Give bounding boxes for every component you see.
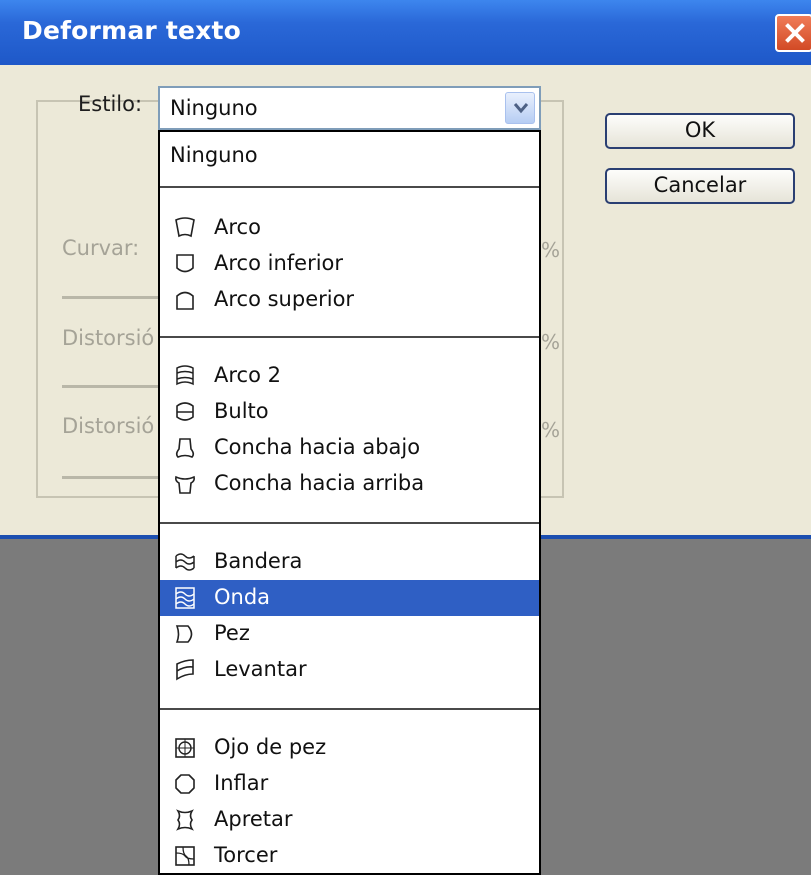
vertical-distortion-label: Distorsió <box>62 414 155 438</box>
rise-icon <box>176 659 194 681</box>
shell-upper-icon <box>175 475 195 494</box>
style-select[interactable]: Ninguno <box>158 86 541 130</box>
squeeze-icon <box>176 809 194 831</box>
dropdown-item-label: Levantar <box>214 657 307 681</box>
fisheye-icon <box>175 738 195 758</box>
dropdown-item-apretar[interactable]: Apretar <box>160 802 539 838</box>
title-bar[interactable]: Deformar texto <box>0 0 811 65</box>
vertical-distortion-percent: % <box>541 418 561 442</box>
dropdown-item-concha-hacia-arriba[interactable]: Concha hacia arriba <box>160 466 539 502</box>
dropdown-item-label: Arco inferior <box>214 251 344 275</box>
dropdown-item-label: Onda <box>214 585 271 609</box>
style-select-toggle[interactable] <box>505 92 535 124</box>
style-label: Estilo: <box>78 92 143 116</box>
close-button[interactable] <box>775 14 811 52</box>
cancel-button[interactable]: Cancelar <box>605 168 795 204</box>
inflate-icon <box>175 774 195 794</box>
dropdown-item-concha-hacia-abajo[interactable]: Concha hacia abajo <box>160 430 539 466</box>
dropdown-item-label: Arco 2 <box>214 363 281 387</box>
chevron-down-icon <box>513 103 529 114</box>
style-select-value: Ninguno <box>170 96 258 120</box>
dropdown-item-label: Apretar <box>214 807 293 831</box>
arch-icon <box>176 365 194 386</box>
dropdown-item-onda[interactable]: Onda <box>160 580 539 616</box>
dropdown-item-label: Ojo de pez <box>214 735 327 759</box>
dropdown-item-label: Torcer <box>214 843 278 867</box>
dropdown-item-torcer[interactable]: Torcer <box>160 838 539 873</box>
dropdown-item-bandera[interactable]: Bandera <box>160 544 539 580</box>
dropdown-item-bulto[interactable]: Bulto <box>160 394 539 430</box>
shell-lower-icon <box>175 438 195 458</box>
dropdown-item-label: Ninguno <box>170 143 258 167</box>
fish-icon <box>175 625 193 643</box>
dropdown-item-label: Bandera <box>214 549 303 573</box>
arc-upper-icon <box>176 291 194 310</box>
dropdown-separator <box>160 708 539 710</box>
dropdown-item-label: Concha hacia abajo <box>214 435 421 459</box>
dropdown-item-inflar[interactable]: Inflar <box>160 766 539 802</box>
bend-slider[interactable] <box>62 296 158 299</box>
flag-icon <box>175 553 195 571</box>
dropdown-separator <box>160 186 539 188</box>
window-title: Deformar texto <box>22 16 241 45</box>
horizontal-distortion-slider[interactable] <box>62 385 158 388</box>
dropdown-item-label: Bulto <box>214 399 269 423</box>
horizontal-distortion-percent: % <box>541 330 561 354</box>
twist-icon <box>175 846 195 866</box>
dropdown-item-arco-2[interactable]: Arco 2 <box>160 358 539 394</box>
bulge-icon <box>176 402 194 421</box>
ok-button[interactable]: OK <box>605 113 795 149</box>
dropdown-item-arco-inferior[interactable]: Arco inferior <box>160 246 539 282</box>
dropdown-separator <box>160 522 539 524</box>
dropdown-item-levantar[interactable]: Levantar <box>160 652 539 688</box>
dropdown-item-arco[interactable]: Arco <box>160 210 539 246</box>
vertical-distortion-slider[interactable] <box>62 476 158 479</box>
dropdown-item-ojo-de-pez[interactable]: Ojo de pez <box>160 730 539 766</box>
style-dropdown-list: Ninguno Arco Arco inferior Arco superior… <box>158 130 541 875</box>
dropdown-item-arco-superior[interactable]: Arco superior <box>160 282 539 318</box>
dropdown-item-label: Concha hacia arriba <box>214 471 425 495</box>
dropdown-item-label: Arco <box>214 215 261 239</box>
horizontal-distortion-label: Distorsió <box>62 326 155 350</box>
dropdown-item-ninguno[interactable]: Ninguno <box>160 138 539 174</box>
dropdown-item-pez[interactable]: Pez <box>160 616 539 652</box>
arc-lower-icon <box>176 254 194 273</box>
dropdown-item-label: Pez <box>214 621 250 645</box>
arc-icon <box>175 217 195 238</box>
bend-label: Curvar: <box>62 236 140 260</box>
dropdown-separator <box>160 336 539 338</box>
dropdown-item-label: Arco superior <box>214 287 355 311</box>
dropdown-item-label: Inflar <box>214 771 269 795</box>
wave-icon <box>175 587 195 609</box>
bend-percent: % <box>541 238 561 262</box>
